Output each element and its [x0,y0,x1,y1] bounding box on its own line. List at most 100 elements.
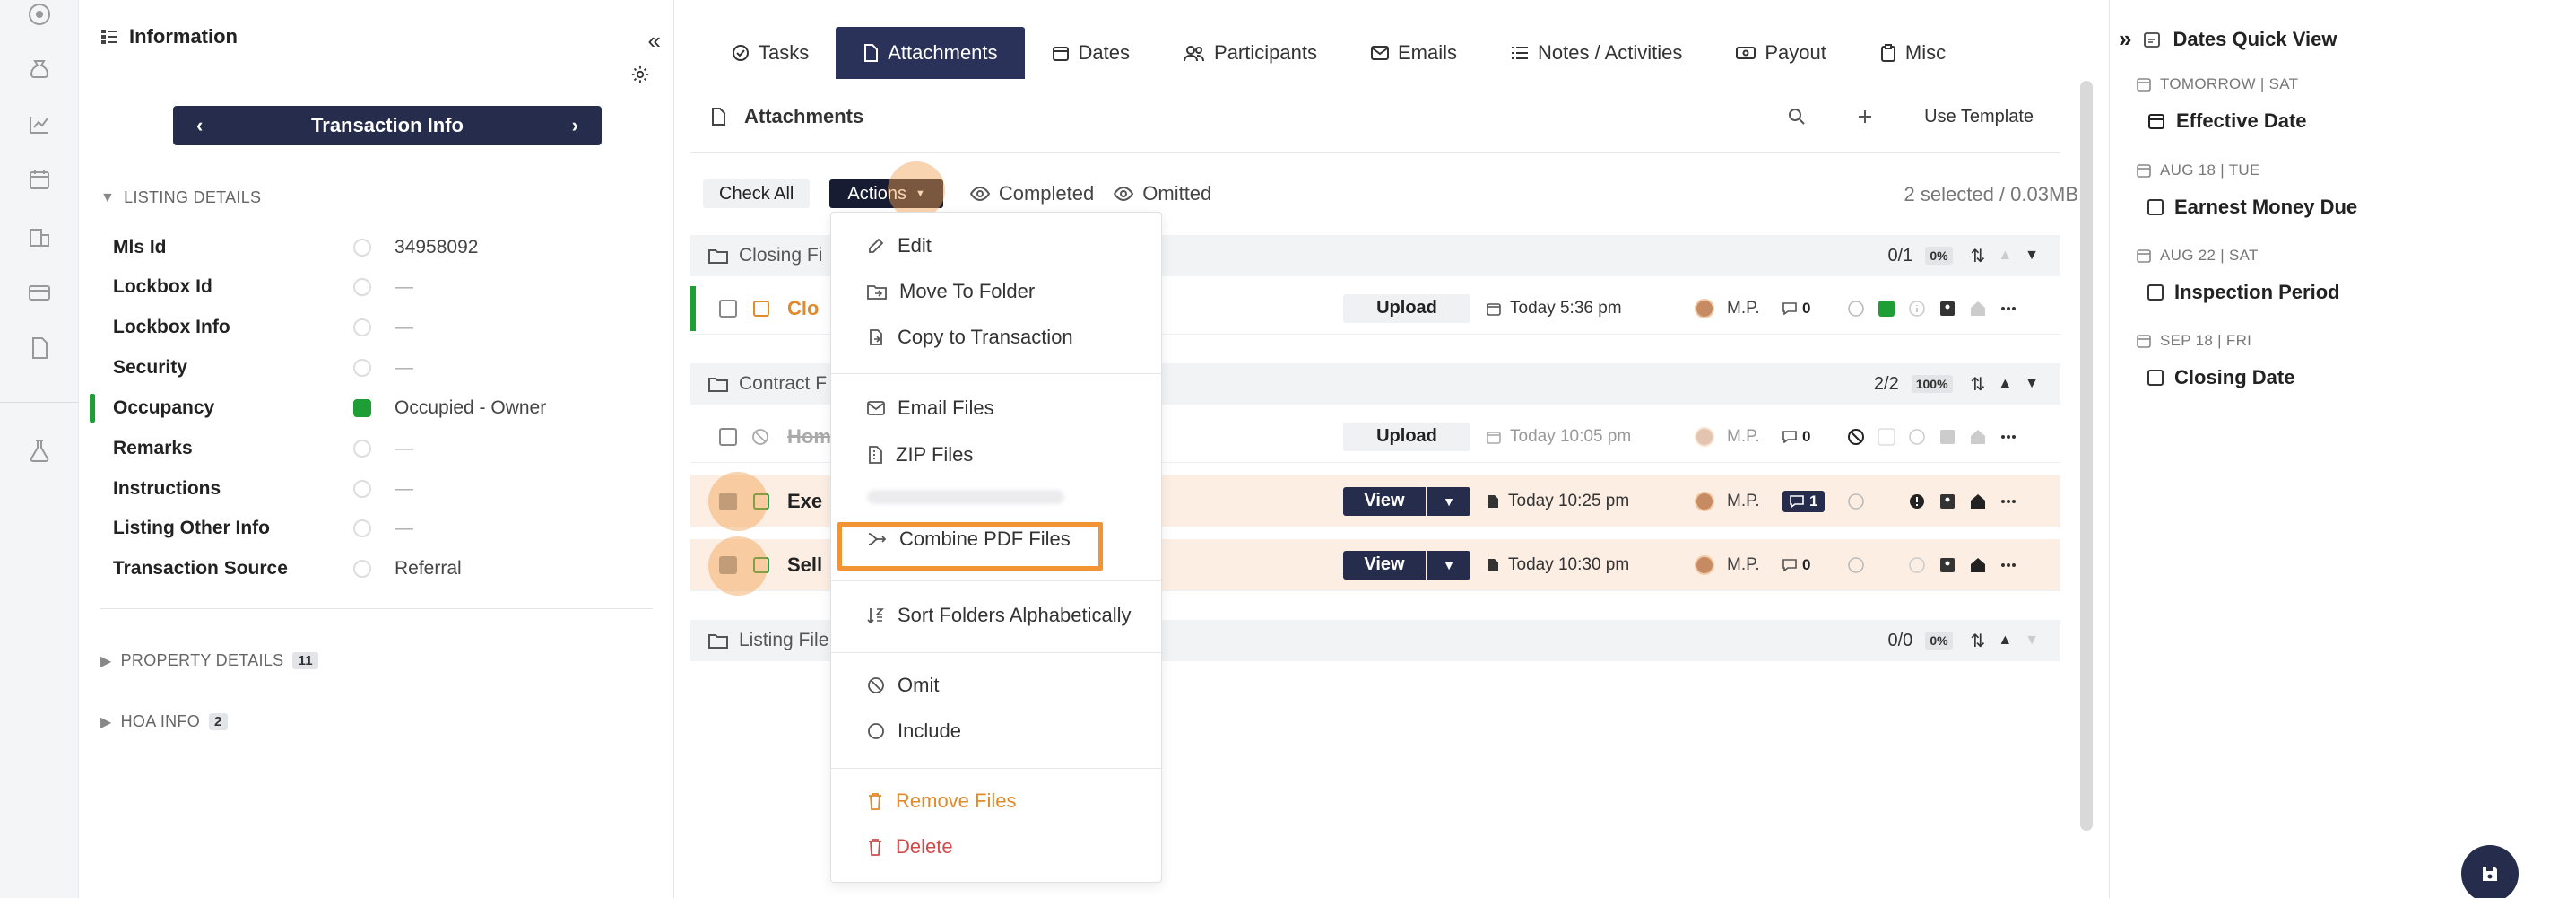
arrow-up-icon[interactable]: ▲ [1998,632,2012,649]
date-checkbox[interactable] [2147,284,2164,301]
tab-dates[interactable]: Dates [1025,27,1157,79]
flask-icon[interactable] [27,438,52,463]
id-card-icon[interactable] [1939,428,1956,446]
info-icon[interactable] [1908,428,1926,446]
completed-toggle[interactable]: Completed [969,182,1094,205]
id-card-icon[interactable] [1939,493,1956,510]
comment-count[interactable]: 0 [1782,300,1810,318]
view-button[interactable]: View [1343,550,1426,580]
tab-misc[interactable]: Misc [1853,27,1973,79]
omitted-toggle[interactable]: Omitted [1114,182,1211,205]
tab-tasks[interactable]: Tasks [705,27,836,79]
card-icon[interactable] [27,280,52,305]
tab-participants[interactable]: Participants [1157,27,1344,79]
tab-emails[interactable]: Emails [1344,27,1484,79]
home-icon[interactable] [1969,300,1987,318]
more-icon[interactable] [1999,556,2017,574]
circle-icon[interactable] [1847,493,1865,510]
field-row-occupancy[interactable]: Occupancy Occupied - Owner [90,390,651,426]
menu-item-move-to-folder[interactable]: Move To Folder [867,280,1035,303]
home-icon[interactable] [1969,493,1987,510]
caret-down-icon[interactable]: ▼ [1427,486,1470,516]
sort-icon[interactable]: ⇅ [1971,630,1986,652]
file-name[interactable]: Exe [787,490,822,513]
more-icon[interactable] [1999,300,2017,318]
hoa-info-toggle[interactable]: ▶ HOA INFO 2 [100,712,228,731]
chart-icon[interactable] [27,111,52,136]
comment-count[interactable]: 1 [1782,490,1826,512]
scrollbar[interactable] [2080,81,2093,831]
arrow-up-icon[interactable]: ▲ [1998,376,2012,392]
file-name[interactable]: Clo [787,297,819,320]
file-name[interactable]: Hom [787,425,831,449]
arrow-down-icon[interactable]: ▼ [2025,632,2039,649]
date-item-inspection-period[interactable]: Inspection Period [2147,281,2340,304]
circle-icon[interactable] [1847,300,1865,318]
field-row-listing-other-info[interactable]: Listing Other Info — [113,510,651,546]
menu-item-include[interactable]: Include [867,719,961,743]
arrow-up-icon[interactable]: ▲ [1998,248,2012,264]
field-row-transaction-source[interactable]: Transaction Source Referral [113,551,651,587]
status-empty-icon[interactable] [1878,427,1895,446]
comment-count[interactable]: 0 [1782,428,1810,446]
next-chevron-icon[interactable]: › [572,114,578,137]
listing-details-toggle[interactable]: ▼ LISTING DETAILS [100,188,261,207]
sort-icon[interactable]: ⇅ [1971,245,1986,267]
use-template-button[interactable]: Use Template [1924,107,2034,127]
date-item-earnest-money-due[interactable]: Earnest Money Due [2147,196,2357,219]
tab-attachments[interactable]: Attachments [836,27,1025,79]
field-row-security[interactable]: Security — [113,350,651,386]
date-checkbox[interactable] [2147,370,2164,386]
menu-item-delete[interactable]: Delete [867,835,953,859]
comment-count[interactable]: 0 [1782,556,1810,574]
save-fab-button[interactable] [2461,845,2519,898]
menu-item-sort-folders[interactable]: Sort Folders Alphabetically [867,604,1131,627]
more-icon[interactable] [1999,493,2017,510]
property-details-toggle[interactable]: ▶ PROPERTY DETAILS 11 [100,651,318,670]
field-row-lockbox-info[interactable]: Lockbox Info — [113,310,651,345]
caret-down-icon[interactable]: ▼ [1427,550,1470,580]
arrow-down-icon[interactable]: ▼ [2025,376,2039,392]
gear-icon[interactable] [630,65,650,84]
field-row-instructions[interactable]: Instructions — [113,471,651,507]
alert-icon[interactable] [1908,493,1926,510]
menu-item-edit[interactable]: Edit [867,234,932,257]
id-card-icon[interactable] [1939,556,1956,574]
info-icon[interactable] [1908,556,1926,574]
info-icon[interactable] [1908,300,1926,318]
money-bag-icon[interactable] [27,56,52,81]
arrow-down-icon[interactable]: ▼ [2025,248,2039,264]
more-icon[interactable] [1999,428,2017,446]
field-row-mls-id[interactable]: Mls Id 34958092 [113,230,651,266]
calendar-icon[interactable] [27,167,52,192]
menu-item-omit[interactable]: Omit [867,674,939,697]
prev-chevron-icon[interactable]: ‹ [196,114,203,137]
home-icon[interactable] [1969,556,1987,574]
collapse-left-icon[interactable]: « [648,27,661,55]
menu-item-email-files[interactable]: Email Files [867,397,994,420]
check-all-button[interactable]: Check All [703,179,811,208]
collapse-right-icon[interactable]: » [2119,25,2131,53]
tab-notes-activities[interactable]: Notes / Activities [1484,27,1709,79]
document-icon[interactable] [27,336,52,361]
id-card-icon[interactable] [1939,300,1956,318]
field-row-lockbox-id[interactable]: Lockbox Id — [113,269,651,305]
dashboard-icon[interactable] [27,2,52,27]
buildings-icon[interactable] [27,224,52,249]
sort-icon[interactable]: ⇅ [1971,373,1986,396]
menu-item-copy-to-transaction[interactable]: Copy to Transaction [867,326,1073,349]
menu-item-remove-files[interactable]: Remove Files [867,789,1016,813]
date-item-closing-date[interactable]: Closing Date [2147,366,2294,389]
view-button[interactable]: View [1343,486,1426,516]
upload-button[interactable]: Upload [1343,293,1470,323]
search-icon[interactable] [1788,108,1806,126]
date-item-effective-date[interactable]: Effective Date [2147,109,2307,133]
plus-icon[interactable] [1856,108,1874,126]
home-icon[interactable] [1969,428,1987,446]
upload-button[interactable]: Upload [1343,422,1470,451]
date-checkbox[interactable] [2147,199,2164,215]
menu-item-zip-files[interactable]: ZIP Files [867,443,973,466]
field-row-remarks[interactable]: Remarks — [113,431,651,466]
green-status-icon[interactable] [1878,300,1895,318]
circle-icon[interactable] [1847,556,1865,574]
